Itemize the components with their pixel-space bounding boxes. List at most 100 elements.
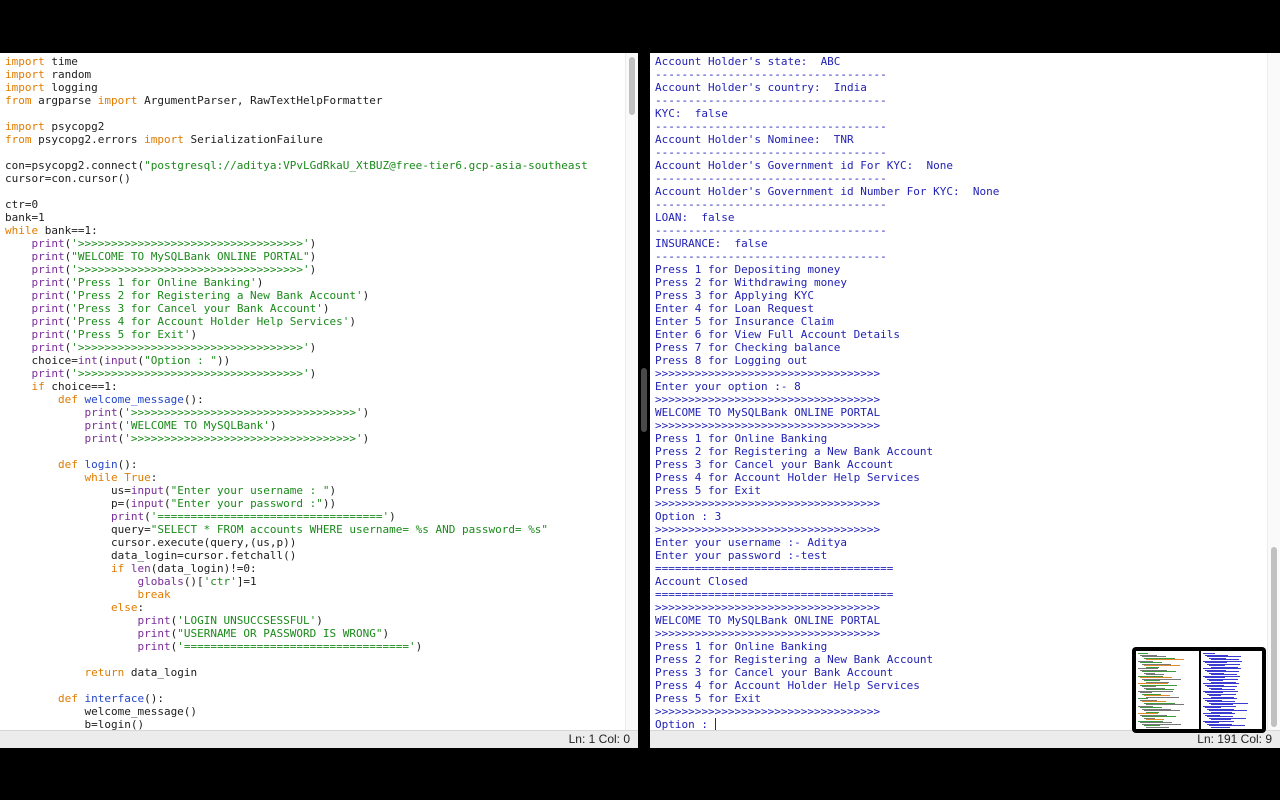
- code-line: print('>>>>>>>>>>>>>>>>>>>>>>>>>>>>>>>>>…: [5, 432, 588, 445]
- code-token: welcome_message: [84, 393, 184, 406]
- code-token: print: [137, 627, 171, 640]
- code-token: ): [190, 328, 198, 341]
- thumbnail-line: [1146, 726, 1169, 728]
- pane-divider-handle[interactable]: [641, 368, 647, 432]
- code-token: "postgresql://aditya:VPvLGdRkaU_XtBUZ@fr…: [144, 159, 588, 172]
- code-token: "Option : ": [144, 354, 217, 367]
- code-token: '==================================': [150, 510, 390, 523]
- code-token: if: [110, 562, 125, 575]
- code-line: from psycopg2.errors import Serializatio…: [5, 133, 588, 146]
- window-thumbnail-preview[interactable]: [1132, 647, 1266, 733]
- shell-output-line: Option : 3: [655, 510, 722, 523]
- code-token: 'ctr': [203, 575, 237, 588]
- shell-output-line: Enter your password :-test: [655, 549, 828, 562]
- code-token: choice==1:: [44, 380, 118, 393]
- code-line: if choice==1:: [5, 380, 588, 393]
- code-token: (: [163, 484, 171, 497]
- shell-output-line: -----------------------------------: [655, 146, 887, 159]
- code-editor-pane[interactable]: import time import random import logging fr…: [0, 53, 638, 748]
- shell-output-line: Account Holder's country: India: [655, 81, 867, 94]
- code-line: import random: [5, 68, 588, 81]
- code-line: print("USERNAME OR PASSWORD IS WRONG"): [5, 627, 588, 640]
- shell-output-line: >>>>>>>>>>>>>>>>>>>>>>>>>>>>>>>>>>: [655, 601, 881, 614]
- shell-output-line: Press 2 for Registering a New Bank Accou…: [655, 653, 934, 666]
- shell-output-line: -----------------------------------: [655, 172, 887, 185]
- shell-output-line: WELCOME TO MySQLBank ONLINE PORTAL: [655, 406, 881, 419]
- code-token: ): [309, 263, 317, 276]
- text-cursor: [714, 718, 716, 730]
- code-line: print('LOGIN UNSUCCSESSFUL'): [5, 614, 588, 627]
- thumbnail-editor: [1136, 651, 1201, 729]
- code-token: def: [57, 458, 78, 471]
- code-line: print('Press 5 for Exit'): [5, 328, 588, 341]
- shell-output-line: Account Holder's Government id Number Fo…: [655, 185, 1000, 198]
- shell-output-line: Press 3 for Cancel your Bank Account: [655, 666, 894, 679]
- code-token: ():: [117, 458, 138, 471]
- shell-output-text[interactable]: Account Holder's state: ABC -------------…: [655, 55, 999, 731]
- code-line: p=(input("Enter your password :")): [5, 497, 588, 510]
- code-token: print: [110, 510, 145, 523]
- code-token: import: [5, 120, 45, 133]
- shell-output-line: Enter 5 for Insurance Claim: [655, 315, 834, 328]
- code-token: "Enter your password :": [170, 497, 323, 510]
- shell-output-line: Press 5 for Exit: [655, 692, 761, 705]
- code-token: 'Press 2 for Registering a New Bank Acco…: [71, 289, 363, 302]
- code-token: choice=: [5, 354, 78, 367]
- thumbnail-line: [1211, 726, 1230, 728]
- code-line: print('>>>>>>>>>>>>>>>>>>>>>>>>>>>>>>>>>…: [5, 367, 588, 380]
- shell-output-line: Enter 6 for View Full Account Details: [655, 328, 901, 341]
- code-token: ]=1: [236, 575, 257, 588]
- code-line: def interface():: [5, 692, 588, 705]
- code-line: print('Press 4 for Account Holder Help S…: [5, 315, 588, 328]
- code-token: ): [256, 276, 264, 289]
- code-token: input: [130, 497, 164, 510]
- code-token: return: [84, 666, 125, 679]
- code-line: def login():: [5, 458, 588, 471]
- code-text-area[interactable]: import time import random import logging fr…: [5, 55, 588, 731]
- shell-output-pane[interactable]: Account Holder's state: ABC -------------…: [650, 53, 1280, 748]
- shell-output-line: >>>>>>>>>>>>>>>>>>>>>>>>>>>>>>>>>>: [655, 367, 881, 380]
- shell-output-line: -----------------------------------: [655, 198, 887, 211]
- shell-cursor-position: Ln: 191 Col: 9: [1197, 732, 1272, 746]
- shell-output-line: Account Holder's state: ABC: [655, 55, 841, 68]
- code-token: import: [97, 94, 138, 107]
- shell-output-line: Press 3 for Cancel your Bank Account: [655, 458, 894, 471]
- code-token: ): [309, 250, 317, 263]
- shell-output-line: >>>>>>>>>>>>>>>>>>>>>>>>>>>>>>>>>>: [655, 627, 881, 640]
- shell-output-line: Press 8 for Logging out: [655, 354, 808, 367]
- editor-scrollbar-thumb[interactable]: [629, 57, 635, 115]
- shell-scrollbar[interactable]: [1267, 53, 1280, 730]
- code-token: from: [5, 94, 32, 107]
- code-token: random: [44, 68, 92, 81]
- editor-status-bar: Ln: 1 Col: 0: [0, 730, 638, 748]
- shell-scrollbar-thumb[interactable]: [1271, 547, 1277, 727]
- code-line: if len(data_login)!=0:: [5, 562, 588, 575]
- code-token: '>>>>>>>>>>>>>>>>>>>>>>>>>>>>>>>>>>': [71, 341, 310, 354]
- code-token: input: [104, 354, 138, 367]
- code-token: import: [5, 81, 45, 94]
- code-token: '>>>>>>>>>>>>>>>>>>>>>>>>>>>>>>>>>>': [124, 406, 363, 419]
- editor-scrollbar[interactable]: [625, 53, 638, 730]
- code-token: us=: [5, 484, 131, 497]
- code-token: print: [84, 432, 118, 445]
- pane-divider[interactable]: [638, 53, 650, 748]
- code-token: print: [31, 367, 65, 380]
